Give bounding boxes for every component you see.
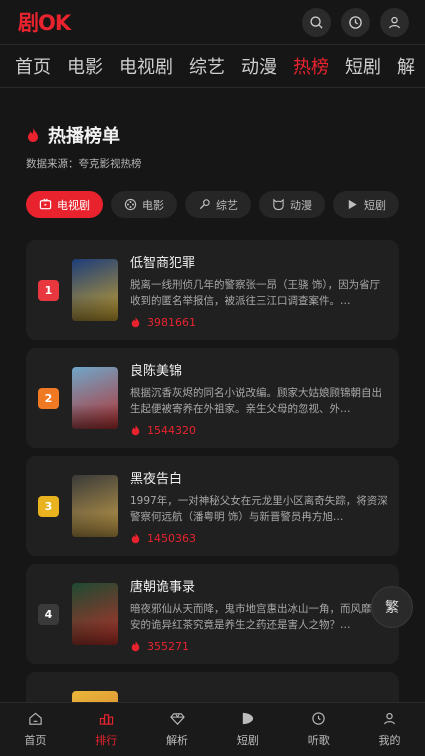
heat-flame-icon [131, 532, 140, 544]
ranking-item[interactable]: 2 良陈美锦根据沉香灰烬的同名小说改编。顾家大姑娘顾锦朝自出生起便被寄养在外祖家。… [26, 348, 399, 448]
bottom-tab-label: 解析 [166, 734, 189, 747]
poster-image[interactable] [72, 583, 118, 645]
category-chip-label: 动漫 [290, 198, 312, 212]
category-chip-label: 短剧 [364, 198, 386, 212]
poster-image[interactable] [72, 475, 118, 537]
item-info: 低智商犯罪脱离一线刑侦几年的警察张一昂（王骁 饰），因为省厅收到的匿名举报信，被… [130, 252, 388, 329]
bottom-tab[interactable]: 听歌 [283, 703, 354, 756]
item-description: 根据沉香灰烬的同名小说改编。顾家大姑娘顾锦朝自出生起便被寄养在外祖家。亲生父母的… [130, 386, 382, 415]
heat-value: 1544320 [147, 423, 196, 437]
board-title: 热播榜单 [26, 122, 399, 148]
heat-score: 1544320 [130, 424, 388, 437]
heat-value: 1450363 [147, 531, 196, 545]
nav-tab[interactable]: 短剧 [345, 53, 381, 79]
category-chip[interactable]: 电视剧 [26, 191, 103, 218]
item-description: 暗夜邪仙从天而降，鬼市地宫惠出冰山一角，而风靡长安的诡异红茶究竟是养生之药还是害… [130, 602, 382, 631]
category-chip-label: 综艺 [216, 198, 238, 212]
bottom-tab-label: 短剧 [236, 734, 259, 747]
category-nav: 首页 电影 电视剧 综艺 动漫 热榜 短剧解 [0, 44, 425, 88]
bottom-tab-label: 我的 [378, 734, 401, 747]
heat-score: 3981661 [130, 316, 388, 329]
tv-icon [39, 198, 52, 210]
heat-score: 1450363 [130, 532, 388, 545]
item-info: 良陈美锦根据沉香灰烬的同名小说改编。顾家大姑娘顾锦朝自出生起便被寄养在外祖家。亲… [130, 360, 388, 437]
diamond-icon [169, 713, 185, 725]
search-button[interactable] [302, 7, 331, 37]
heat-flame-icon [131, 316, 140, 328]
ranking-item[interactable]: 4 唐朝诡事录暗夜邪仙从天而降，鬼市地宫惠出冰山一角，而风靡长安的诡异红茶究竟是养… [26, 564, 399, 664]
nav-tab[interactable]: 电视剧 [119, 53, 173, 79]
bottom-tab-label: 排行 [95, 734, 118, 747]
board-source: 数据来源：夸克影视热榜 [26, 158, 142, 170]
history-button[interactable] [341, 7, 370, 37]
nav-tab[interactable]: 解 [397, 53, 415, 79]
top-actions [302, 7, 409, 37]
item-title: 唐朝诡事录 [130, 579, 196, 595]
cartoon-face-icon [273, 198, 284, 211]
clock-icon [349, 15, 362, 29]
traditional-chinese-toggle[interactable]: 繁 [371, 586, 413, 628]
board-title-text: 热播榜单 [48, 126, 120, 147]
bottom-tab[interactable]: 首页 [0, 703, 71, 756]
top-bar: 剧OK [0, 0, 425, 44]
heat-value: 3981661 [147, 315, 196, 329]
category-chips: 电视剧 电影 综艺 动漫 短剧 [0, 191, 425, 218]
flame-icon [28, 128, 38, 142]
bottom-tab-label: 听歌 [307, 734, 330, 747]
user-icon [384, 712, 395, 725]
rank-badge: 3 [38, 495, 59, 517]
item-title: 低智商犯罪 [130, 255, 196, 271]
category-chip[interactable]: 综艺 [185, 191, 251, 218]
heat-flame-icon [131, 640, 140, 652]
user-icon [389, 16, 400, 28]
nav-tab[interactable]: 首页 [15, 53, 51, 79]
short-play-icon [243, 712, 254, 725]
category-chip-label: 电影 [142, 198, 164, 212]
bottom-tab[interactable]: 解析 [142, 703, 213, 756]
profile-button[interactable] [380, 7, 409, 37]
bottom-nav: 首页 排行 解析 短剧 听歌 我的 [0, 702, 425, 756]
bottom-tab[interactable]: 我的 [354, 703, 425, 756]
film-reel-icon [124, 198, 137, 211]
play-icon [348, 199, 357, 210]
item-description: 1997年，一对神秘父女在元龙里小区离奇失踪，将资深警察何远航（潘粤明 饰）与新… [130, 494, 388, 523]
search-icon [310, 15, 323, 29]
rank-badge: 2 [38, 387, 59, 409]
rank-badge: 4 [38, 603, 59, 625]
nav-tab[interactable]: 电影 [67, 53, 103, 79]
ranking-list: 1 低智商犯罪脱离一线刑侦几年的警察张一昂（王骁 饰），因为省厅收到的匿名举报信，… [0, 240, 425, 756]
item-title: 良陈美锦 [130, 363, 183, 379]
item-description: 脱离一线刑侦几年的警察张一昂（王骁 饰），因为省厅收到的匿名举报信，被派往三江口… [130, 278, 381, 307]
item-title: 黑夜告白 [130, 471, 183, 487]
rank-badge: 1 [38, 279, 59, 301]
category-chip[interactable]: 电影 [111, 191, 177, 218]
app-logo[interactable]: 剧OK [18, 7, 71, 37]
home-icon [29, 712, 42, 725]
category-chip[interactable]: 动漫 [259, 191, 325, 218]
bottom-tab[interactable]: 短剧 [212, 703, 283, 756]
category-chip-label: 电视剧 [57, 198, 90, 212]
heat-value: 355271 [147, 639, 189, 653]
bottom-tab-label: 首页 [24, 734, 47, 747]
ranking-item[interactable]: 1 低智商犯罪脱离一线刑侦几年的警察张一昂（王骁 饰），因为省厅收到的匿名举报信，… [26, 240, 399, 340]
heat-flame-icon [131, 424, 140, 436]
poster-image[interactable] [72, 367, 118, 429]
heat-score: 355271 [130, 640, 388, 653]
ranking-item[interactable]: 3 黑夜告白 1997年，一对神秘父女在元龙里小区离奇失踪，将资深警察何远航（潘粤明… [26, 456, 399, 556]
nav-tab[interactable]: 动漫 [241, 53, 277, 79]
nav-tab[interactable]: 热榜 [293, 53, 329, 79]
item-info: 唐朝诡事录暗夜邪仙从天而降，鬼市地宫惠出冰山一角，而风靡长安的诡异红茶究竟是养生… [130, 576, 388, 653]
nav-tab[interactable]: 综艺 [189, 53, 225, 79]
bottom-tab[interactable]: 排行 [71, 703, 142, 756]
ranking-icon [99, 714, 113, 725]
item-info: 黑夜告白 1997年，一对神秘父女在元龙里小区离奇失踪，将资深警察何远航（潘粤明 … [130, 468, 388, 545]
board-header: 热播榜单 数据来源：夸克影视热榜 [0, 88, 425, 171]
category-chip[interactable]: 短剧 [333, 191, 399, 218]
music-disc-icon [312, 712, 325, 725]
poster-image[interactable] [72, 259, 118, 321]
microphone-icon [199, 199, 210, 210]
